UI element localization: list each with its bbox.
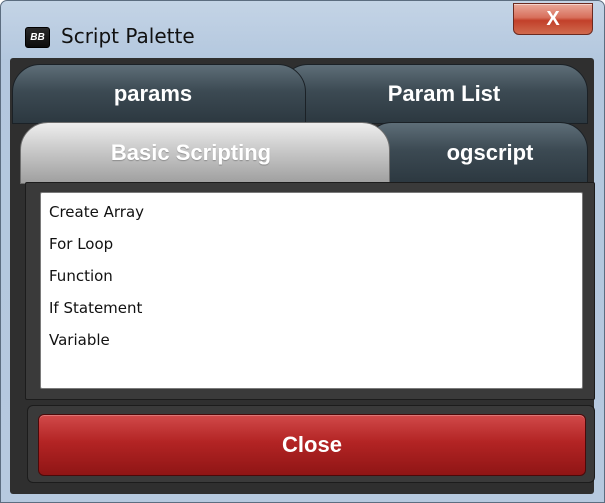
tab-param-list-label: Param List <box>387 81 501 106</box>
list-item[interactable]: Create Array <box>49 203 144 221</box>
tab-param-list[interactable]: Param List <box>280 64 588 124</box>
close-button-label: Close <box>282 432 342 457</box>
list-item[interactable]: Function <box>49 267 113 285</box>
tab-basic-scripting[interactable]: Basic Scripting <box>20 122 390 184</box>
tab-ogscript-label: ogscript <box>446 140 534 165</box>
title-bar[interactable]: BB Script Palette X <box>1 1 604 63</box>
app-icon: BB <box>25 27 50 48</box>
list-item[interactable]: Variable <box>49 331 110 349</box>
tab-params-label: params <box>113 81 193 106</box>
list-item[interactable]: For Loop <box>49 235 113 253</box>
list-item[interactable]: If Statement <box>49 299 142 317</box>
close-icon: X <box>546 7 560 30</box>
window-title: Script Palette <box>61 24 195 48</box>
tab-params[interactable]: params <box>12 64 306 124</box>
tab-ogscript[interactable]: ogscript <box>364 122 588 184</box>
window-close-button[interactable]: X <box>513 3 593 35</box>
tab-basic-scripting-label: Basic Scripting <box>110 140 272 165</box>
script-list[interactable]: Create Array For Loop Function If Statem… <box>40 192 583 389</box>
app-icon-text: BB <box>30 32 45 43</box>
close-button[interactable]: Close <box>38 414 586 476</box>
